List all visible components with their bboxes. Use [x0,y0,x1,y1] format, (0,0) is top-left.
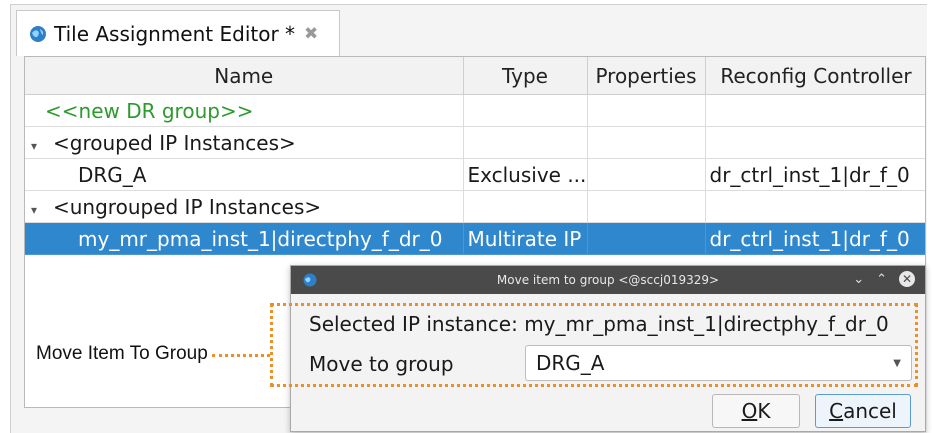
ok-button[interactable]: OK [712,394,800,428]
table-header-row: Name Type Properties Reconfig Controller [25,57,925,95]
row-controller-cell: dr_ctrl_inst_1|dr_f_0 [705,158,925,191]
move-to-group-label: Move to group [309,352,454,376]
ungrouped-ip-instances-label: <ungrouped IP Instances> [53,194,322,219]
table-row-grouped-ip-instances[interactable]: ▾ <grouped IP Instances> [25,126,925,159]
row-type-cell [463,126,588,159]
cancel-button-label: ancel [843,399,897,423]
globe-icon [303,273,317,287]
tab-title: Tile Assignment Editor * [54,21,296,46]
row-type-cell [463,190,588,223]
cancel-button[interactable]: Cancel [815,394,911,428]
row-properties-cell [587,190,706,223]
grouped-ip-instances-label: <grouped IP Instances> [53,130,296,155]
table-row-new-dr-group[interactable]: <<new DR group>> [25,94,925,127]
cancel-mnemonic: C [829,399,844,423]
column-header-reconfig-controller[interactable]: Reconfig Controller [705,57,925,95]
column-header-properties[interactable]: Properties [587,57,706,95]
row-type-cell: Exclusive ... [463,158,588,191]
ok-mnemonic: O [741,399,758,423]
annotation-leader-line [212,354,270,357]
minimize-icon[interactable]: ⌄ [853,272,864,287]
chevron-down-icon: ▼ [893,358,901,369]
annotation-label: Move Item To Group [36,343,208,365]
move-item-to-group-dialog: Move item to group <@sccj019329> ⌄ ⌃ ✕ S… [290,265,926,432]
column-header-type[interactable]: Type [463,57,588,95]
table-row-my-mr-pma-inst[interactable]: my_mr_pma_inst_1|directphy_f_dr_0 Multir… [25,222,925,255]
row-controller-cell [705,94,925,127]
expand-arrow-icon[interactable]: ▾ [31,139,45,153]
row-properties-cell [587,126,706,159]
expand-arrow-icon[interactable]: ▾ [31,203,45,217]
row-properties-cell [587,158,706,191]
row-type-cell: Multirate IP [463,222,588,255]
my-mr-pma-inst-label: my_mr_pma_inst_1|directphy_f_dr_0 [78,226,443,251]
dialog-titlebar[interactable]: Move item to group <@sccj019329> ⌄ ⌃ ✕ [291,266,925,294]
dialog-title: Move item to group <@sccj019329> [496,273,720,287]
close-icon[interactable]: ✕ [899,271,915,287]
move-to-group-value: DRG_A [536,351,605,375]
table-row-ungrouped-ip-instances[interactable]: ▾ <ungrouped IP Instances> [25,190,925,223]
row-type-cell [463,94,588,127]
move-to-group-select[interactable]: DRG_A ▼ [525,345,912,381]
globe-icon [30,25,46,42]
tab-close-icon[interactable]: ✖ [304,24,318,44]
row-controller-cell [705,126,925,159]
selected-ip-instance-text: Selected IP instance: my_mr_pma_inst_1|d… [309,312,889,336]
row-properties-cell [587,222,706,255]
column-header-name[interactable]: Name [25,57,464,95]
maximize-icon[interactable]: ⌃ [876,272,887,287]
drg-a-label: DRG_A [78,162,147,187]
row-controller-cell: dr_ctrl_inst_1|dr_f_0 [705,222,925,255]
table-row-drg-a[interactable]: DRG_A Exclusive ... dr_ctrl_inst_1|dr_f_… [25,158,925,191]
new-dr-group-label[interactable]: <<new DR group>> [29,99,253,123]
row-controller-cell [705,190,925,223]
ok-button-label: K [757,399,771,423]
tab-tile-assignment-editor[interactable]: Tile Assignment Editor * ✖ [16,10,340,56]
row-properties-cell [587,94,706,127]
tile-assignment-table: Name Type Properties Reconfig Controller… [25,57,925,255]
